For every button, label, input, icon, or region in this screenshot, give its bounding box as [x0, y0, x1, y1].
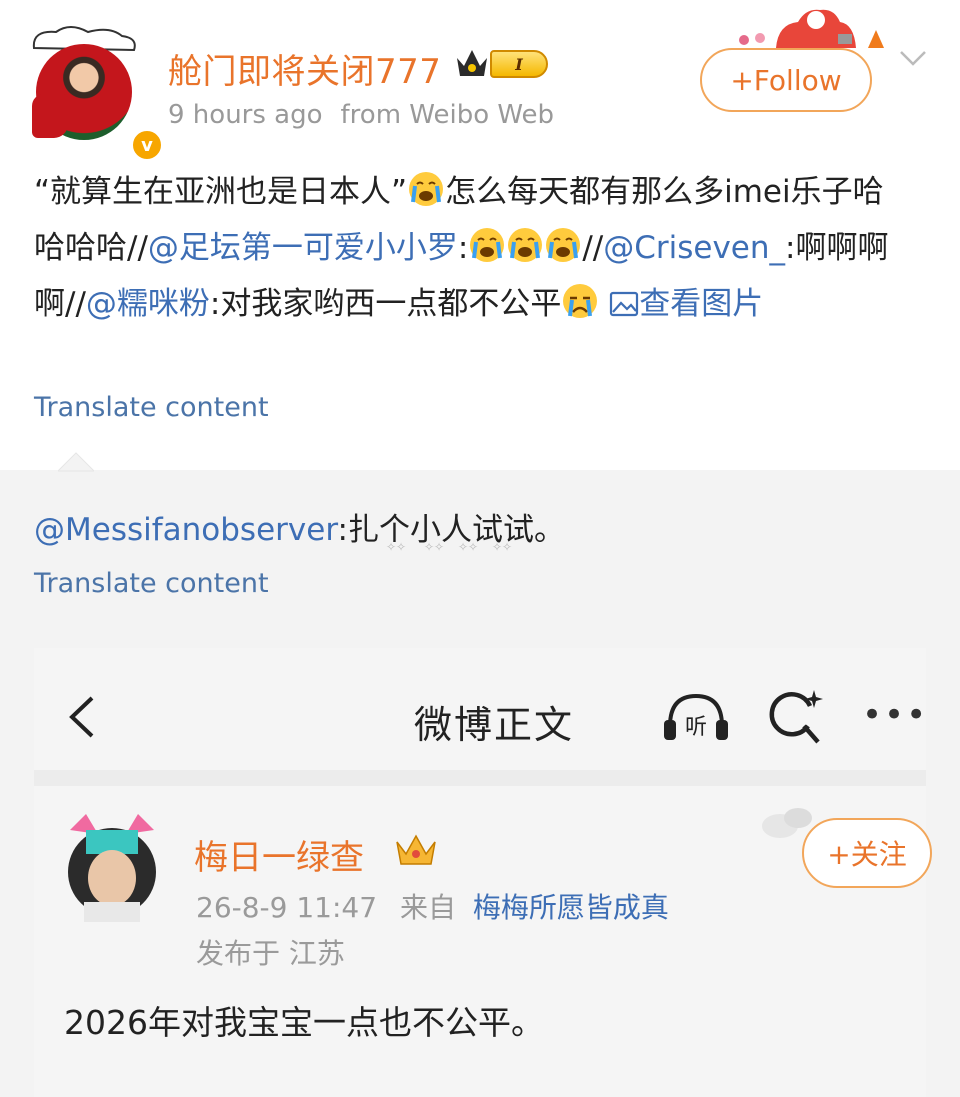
crown-icon	[457, 50, 487, 76]
car-decoration-icon	[739, 9, 884, 48]
mention-link[interactable]: @Messifanobserver	[34, 512, 338, 548]
more-options-icon[interactable]: •••	[862, 698, 926, 732]
sparkle-decoration-icon: ✧✧	[492, 540, 513, 554]
follow-button[interactable]: +Follow	[700, 48, 872, 112]
embedded-from-name[interactable]: 梅梅所愿皆成真	[473, 891, 669, 924]
back-arrow-icon[interactable]	[66, 694, 98, 740]
crying-emoji-icon	[468, 226, 506, 264]
listen-label: 听	[685, 715, 707, 740]
repost-body: :扎个小人试试。	[337, 512, 565, 548]
crying-emoji-icon	[506, 226, 544, 264]
sparkle-decoration-icon: ✧✧	[424, 540, 445, 554]
crown-icon	[396, 834, 436, 865]
view-image-label: 查看图片	[639, 286, 764, 322]
translate-link[interactable]: Translate content	[34, 568, 269, 599]
embedded-follow-button[interactable]: +关注	[802, 818, 932, 888]
embedded-post-meta: 26-8-9 11:47 来自 梅梅所愿皆成真	[196, 886, 669, 926]
post-text-segment: :	[457, 230, 469, 266]
repost-pointer	[58, 452, 94, 472]
post-username[interactable]: 舱门即将关闭777	[168, 44, 441, 93]
level-badge: I	[490, 50, 548, 78]
headphones-icon[interactable]: 听	[660, 690, 732, 742]
post-meta: 9 hours ago from Weibo Web	[168, 100, 554, 130]
avatar-arm-decoration	[32, 94, 68, 138]
sparkle-decoration-icon: ✧✧	[386, 540, 407, 554]
post-text-segment: //	[582, 230, 604, 266]
embedded-from-prefix: 来自	[399, 891, 456, 924]
post-text-segment: “就算生在亚洲也是日本人”	[34, 174, 408, 210]
embedded-page-title: 微博正文	[414, 703, 575, 747]
post-time: 9 hours ago	[168, 100, 323, 130]
embedded-location: 发布于 江苏	[196, 937, 345, 970]
post-text-segment: :对我家哟西一点都不公平	[209, 286, 562, 322]
search-icon[interactable]	[766, 688, 824, 746]
embedded-divider	[34, 770, 926, 786]
view-image-link[interactable]: 查看图片	[609, 286, 763, 322]
mention-link[interactable]: @糯咪粉	[86, 286, 210, 322]
image-icon	[610, 291, 639, 317]
mention-link[interactable]: @Criseven_	[603, 230, 785, 266]
sobbing-emoji-icon	[561, 282, 599, 320]
embedded-post-content: 2026年对我宝宝一点也不公平。	[64, 1003, 544, 1042]
translate-link[interactable]: Translate content	[34, 392, 269, 423]
embedded-username[interactable]: 梅日一绿查	[194, 830, 364, 879]
chevron-down-icon[interactable]	[898, 46, 928, 70]
crying-emoji-icon	[544, 226, 582, 264]
repost-text: @Messifanobserver:扎个小人试试。	[34, 504, 565, 549]
embedded-post-time: 26-8-9 11:47	[196, 891, 378, 924]
mention-link[interactable]: @足坛第一可爱小小罗	[148, 230, 458, 266]
post-source: from Weibo Web	[340, 100, 555, 130]
embedded-user-avatar[interactable]	[64, 812, 160, 924]
post-text: “就算生在亚洲也是日本人” 怎么每天都有那么多imei乐子哈哈哈哈//@足坛第一可…	[34, 164, 914, 332]
crying-emoji-icon	[407, 170, 445, 208]
sparkle-decoration-icon: ✧✧	[458, 540, 479, 554]
user-avatar[interactable]: v	[30, 24, 164, 162]
verified-badge-icon: v	[130, 128, 164, 162]
